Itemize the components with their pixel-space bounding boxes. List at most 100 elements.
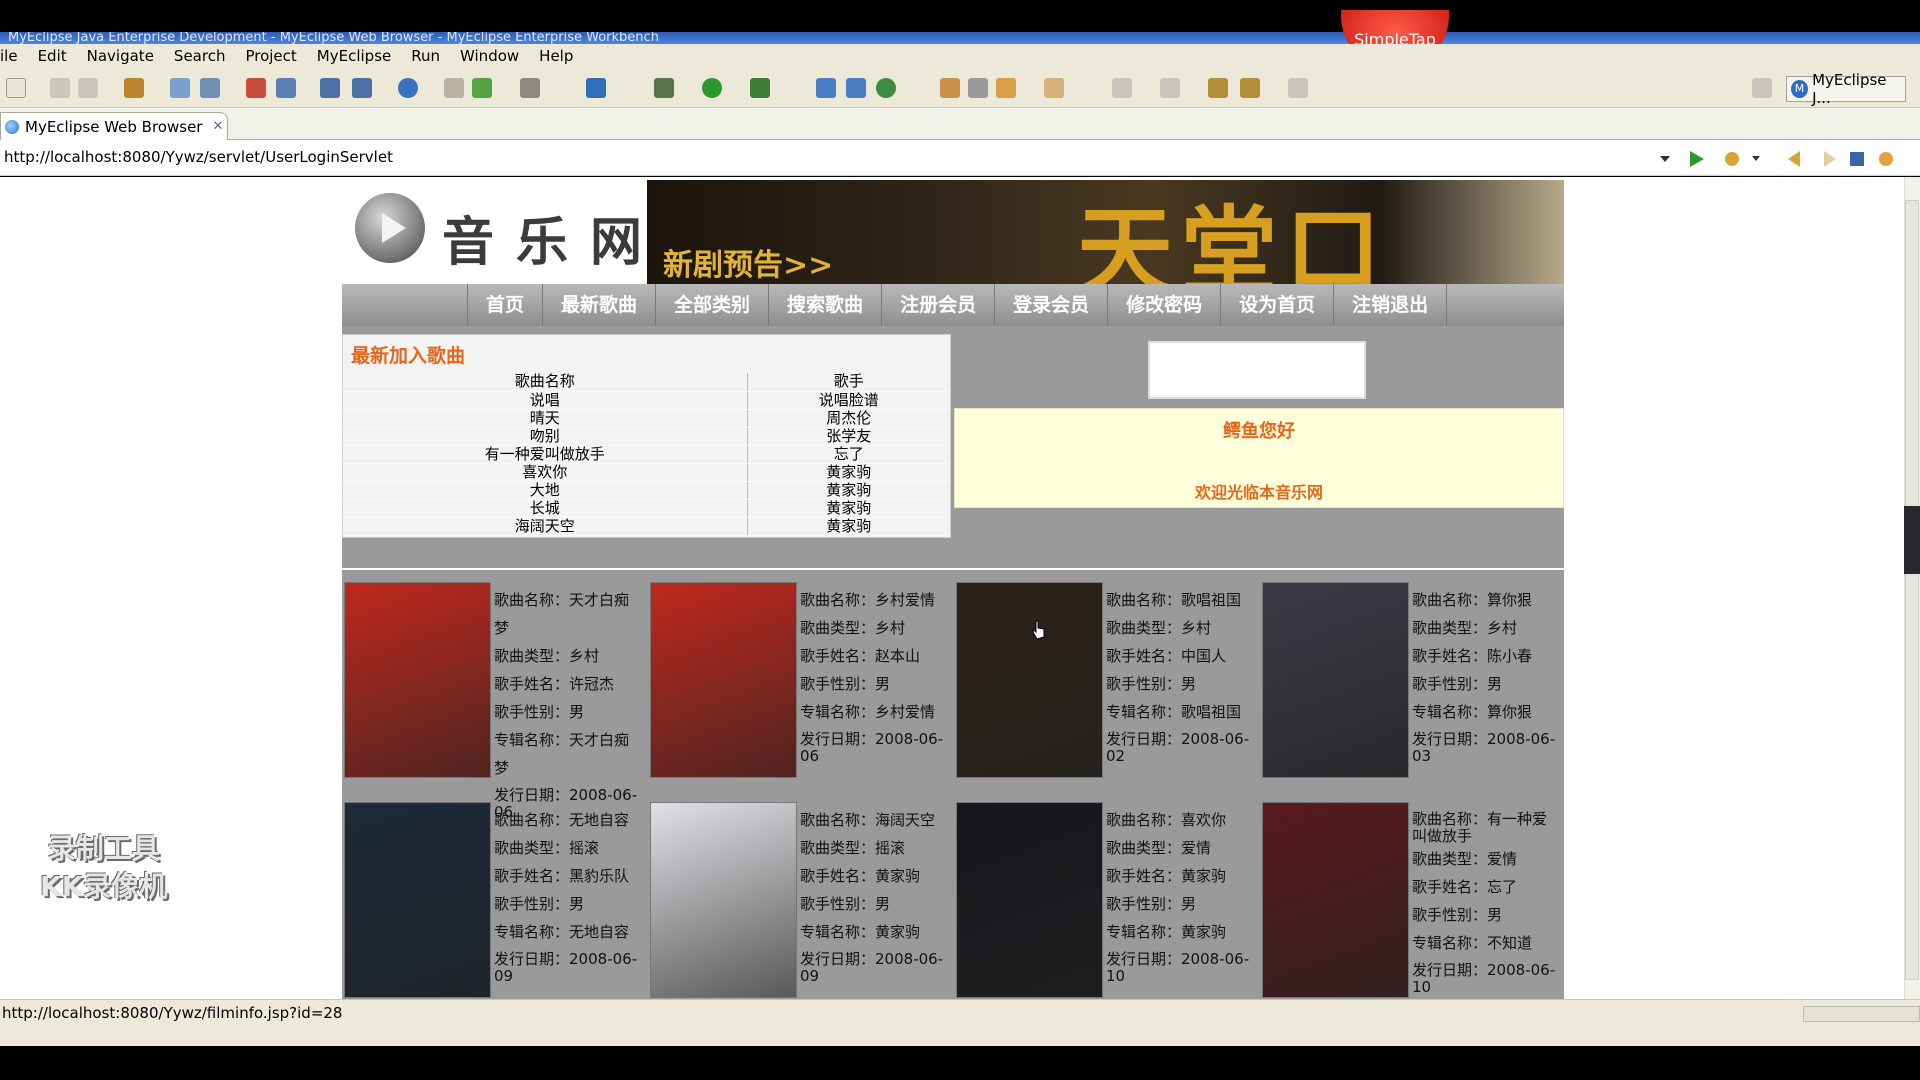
deploy-icon[interactable]: [170, 78, 190, 98]
last-edit-icon[interactable]: [1208, 78, 1228, 98]
site-logo[interactable]: 音乐网: [342, 180, 647, 284]
add-icon[interactable]: [472, 78, 492, 98]
nav-logout[interactable]: 注销退出: [1334, 284, 1448, 326]
song-name-cell[interactable]: 有一种爱叫做放手: [343, 445, 748, 464]
nav-change-password[interactable]: 修改密码: [1108, 284, 1222, 326]
browser-refresh-icon[interactable]: [1879, 152, 1893, 166]
song-card[interactable]: 歌曲名称：歌唱祖国 歌曲类型：乡村 歌手姓名：中国人 歌手性别：男 专辑名称：歌唱祖国发…: [954, 582, 1260, 778]
table-row[interactable]: 有一种爱叫做放手 忘了: [343, 445, 950, 464]
globe-icon[interactable]: [398, 78, 418, 98]
menu-window[interactable]: Window: [450, 47, 529, 65]
favorites-icon[interactable]: [1725, 152, 1739, 166]
url-dropdown-icon[interactable]: [1660, 156, 1670, 162]
nav-latest-songs[interactable]: 最新歌曲: [543, 284, 657, 326]
menu-edit[interactable]: Edit: [28, 47, 77, 65]
save-icon[interactable]: [50, 78, 70, 98]
browser-back-icon[interactable]: [1788, 151, 1800, 167]
song-name-cell[interactable]: 晴天: [343, 409, 748, 428]
search-icon[interactable]: [276, 78, 296, 98]
globe-icon: [5, 119, 19, 134]
refresh-icon[interactable]: [876, 78, 896, 98]
wizard-icon[interactable]: [246, 78, 266, 98]
debug-icon[interactable]: [654, 78, 674, 98]
go-icon[interactable]: [1690, 151, 1704, 167]
table-row[interactable]: 海阔天空 黄家驹: [343, 517, 950, 536]
mail-icon[interactable]: [996, 78, 1016, 98]
favorites-dropdown-icon[interactable]: [1752, 156, 1760, 161]
menu-run[interactable]: Run: [401, 47, 450, 65]
nav-search-songs[interactable]: 搜索歌曲: [769, 284, 883, 326]
album-cover[interactable]: [344, 802, 491, 998]
table-row[interactable]: 喜欢你 黄家驹: [343, 463, 950, 482]
menu-navigate[interactable]: Navigate: [77, 47, 164, 65]
album-cover[interactable]: [1262, 802, 1409, 998]
open-type-icon[interactable]: [520, 78, 540, 98]
run-external-icon[interactable]: [750, 78, 770, 98]
close-icon[interactable]: ✕: [212, 119, 223, 134]
editor-tab-web-browser[interactable]: MyEclipse Web Browser ✕: [0, 112, 228, 140]
folder-open-icon[interactable]: [940, 78, 960, 98]
toolbar: [0, 68, 1920, 108]
prev-annotation-icon[interactable]: [1160, 78, 1180, 98]
open-resource-icon[interactable]: [816, 78, 836, 98]
new-class-icon[interactable]: [586, 78, 606, 98]
menu-myeclipse[interactable]: MyEclipse: [307, 47, 401, 65]
back-icon[interactable]: [1240, 78, 1260, 98]
album-cover[interactable]: [1262, 582, 1409, 778]
nav-login[interactable]: 登录会员: [995, 284, 1109, 326]
next-annotation-icon[interactable]: [1112, 78, 1132, 98]
song-card[interactable]: 歌曲名称：海阔天空 歌曲类型：摇滚 歌手姓名：黄家驹 歌手性别：男 专辑名称：黄家驹 发行…: [648, 802, 954, 998]
run-icon[interactable]: [702, 78, 722, 98]
export-icon[interactable]: [352, 78, 372, 98]
nav-all-categories[interactable]: 全部类别: [656, 284, 770, 326]
menu-project[interactable]: Project: [235, 47, 306, 65]
folder-icon[interactable]: [444, 78, 464, 98]
nav-home[interactable]: 首页: [467, 284, 544, 326]
song-card[interactable]: 歌曲名称：乡村爱情 歌曲类型：乡村 歌手姓名：赵本山 歌手性别：男 专辑名称：乡村爱情发…: [648, 582, 954, 778]
song-card[interactable]: 歌曲名称：有一种爱叫做放手 歌曲类型：爱情 歌手姓名：忘了 歌手性别：男 专辑名称：不知…: [1260, 802, 1566, 998]
db-icon[interactable]: [320, 78, 340, 98]
song-name-cell[interactable]: 喜欢你: [343, 463, 748, 482]
song-card[interactable]: 歌曲名称：喜欢你 歌曲类型：爱情 歌手姓名：黄家驹 歌手性别：男 专辑名称：黄家驹 发行日…: [954, 802, 1260, 998]
new-icon[interactable]: [6, 78, 26, 98]
song-name-cell[interactable]: 吻别: [343, 427, 748, 446]
table-row[interactable]: 大地 黄家驹: [343, 481, 950, 500]
song-card[interactable]: 歌曲名称：无地自容 歌曲类型：摇滚 歌手姓名：黑豹乐队 歌手性别：男 专辑名称：无地自容…: [342, 802, 648, 998]
edit-icon[interactable]: [968, 78, 988, 98]
album-cover[interactable]: [650, 802, 797, 998]
stop-icon[interactable]: [1850, 152, 1864, 166]
perspective-switcher[interactable]: M MyEclipse J...: [1786, 71, 1906, 107]
song-card[interactable]: 歌曲名称：天才白痴梦 歌曲类型：乡村 歌手姓名：许冠杰 歌手性别：男 专辑名称：天才白痴…: [342, 582, 648, 821]
song-name-cell[interactable]: 海阔天空: [343, 517, 748, 536]
album-cover[interactable]: [344, 582, 491, 778]
menu-search[interactable]: Search: [164, 47, 236, 65]
url-input[interactable]: http://localhost:8080/Yywz/servlet/UserL…: [4, 148, 393, 166]
menu-file[interactable]: ile: [0, 47, 28, 65]
open-perspective-icon[interactable]: [1752, 78, 1772, 98]
album-cover[interactable]: [956, 802, 1103, 998]
browser-forward-icon[interactable]: [1824, 151, 1836, 167]
nav-set-homepage[interactable]: 设为首页: [1221, 284, 1335, 326]
open-task-icon[interactable]: [846, 78, 866, 98]
song-name-cell[interactable]: 说唱: [343, 391, 748, 410]
song-name-cell[interactable]: 长城: [343, 499, 748, 518]
task-icon[interactable]: [1044, 78, 1064, 98]
forward-icon[interactable]: [1288, 78, 1308, 98]
album-cover[interactable]: [650, 582, 797, 778]
nav-register[interactable]: 注册会员: [882, 284, 996, 326]
song-card[interactable]: 歌曲名称：算你狠 歌曲类型：乡村 歌手姓名：陈小春 歌手性别：男 专辑名称：算你狠 发行日…: [1260, 582, 1566, 778]
scrollbar-thumb[interactable]: [1905, 200, 1919, 980]
save-all-icon[interactable]: [78, 78, 98, 98]
login-box[interactable]: [1148, 341, 1366, 399]
movie-banner[interactable]: 新剧预告>> 天堂口: [647, 180, 1564, 284]
side-panel-toggle[interactable]: [1904, 506, 1920, 574]
menu-help[interactable]: Help: [529, 47, 583, 65]
table-row[interactable]: 晴天 周杰伦: [343, 409, 950, 428]
package-icon[interactable]: [124, 78, 144, 98]
table-row[interactable]: 说唱 说唱脸谱: [343, 391, 950, 410]
song-name-cell[interactable]: 大地: [343, 481, 748, 500]
table-row[interactable]: 长城 黄家驹: [343, 499, 950, 518]
server-icon[interactable]: [200, 78, 220, 98]
table-row[interactable]: 吻别 张学友: [343, 427, 950, 446]
album-cover[interactable]: [956, 582, 1103, 778]
